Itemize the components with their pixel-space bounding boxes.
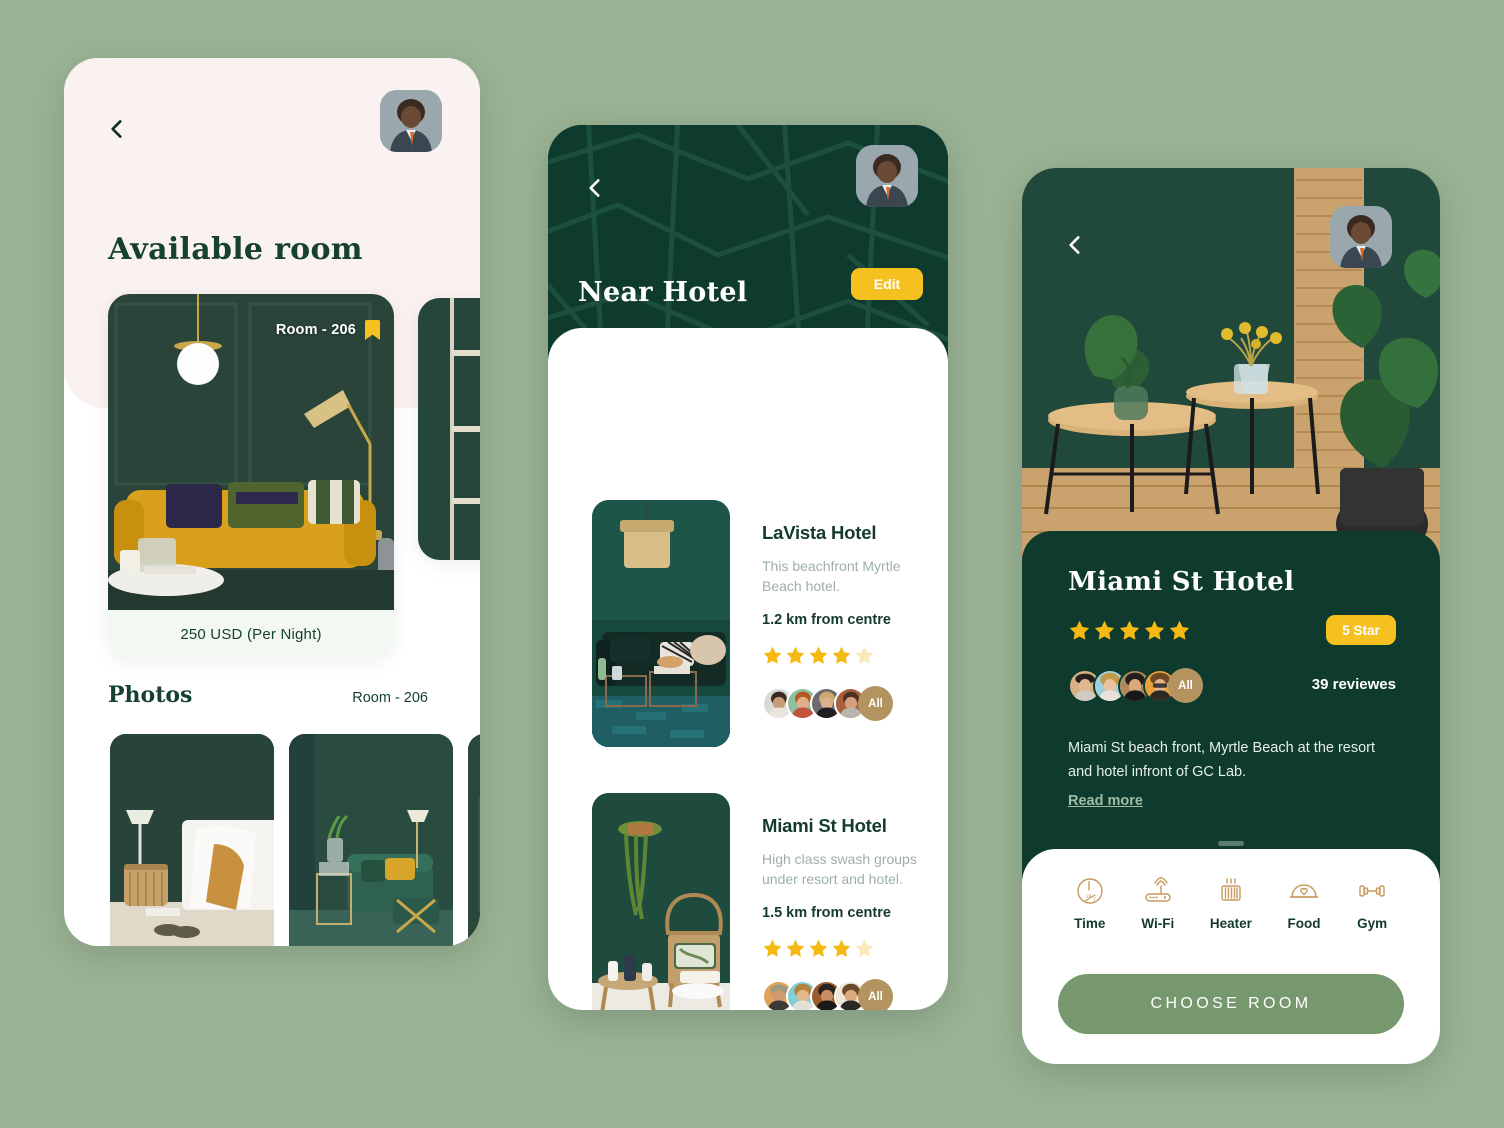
svg-text:24: 24	[1086, 894, 1092, 900]
amenity-food[interactable]: Food	[1288, 875, 1321, 931]
edit-button[interactable]: Edit	[851, 268, 923, 300]
room-photo-next	[418, 298, 480, 560]
rating-stars	[762, 645, 948, 666]
avatar[interactable]	[1330, 206, 1392, 268]
screen-available-room: Available room Room - 206 250 USD (Per N…	[64, 58, 480, 946]
hotel-distance: 1.5 km from centre	[762, 905, 891, 921]
svg-text:7: 7	[1093, 897, 1096, 903]
star-icon	[808, 645, 829, 666]
amenity-label: Wi-Fi	[1141, 916, 1175, 931]
page-title: Near Hotel	[578, 277, 748, 308]
bottom-action-sheet: 24 7 Time Wi-Fi Heater Food Gym CHOOSE R…	[1022, 849, 1440, 1064]
choose-room-button[interactable]: CHOOSE ROOM	[1058, 974, 1404, 1034]
hotel-name: Miami St Hotel	[762, 815, 887, 836]
photo-thumbnail[interactable]	[110, 734, 274, 946]
room-card-main[interactable]: Room - 206 250 USD (Per Night)	[108, 294, 394, 658]
amenity-time[interactable]: 24 7 Time	[1074, 875, 1106, 931]
amenity-label: Food	[1287, 916, 1321, 931]
read-more-link[interactable]: Read more	[1068, 793, 1143, 809]
star-icon	[1093, 619, 1116, 642]
star-icon	[762, 938, 783, 959]
dumbbell-icon	[1356, 875, 1388, 907]
amenities-row: 24 7 Time Wi-Fi Heater Food Gym	[1022, 875, 1440, 931]
star-icon	[1068, 619, 1091, 642]
drag-handle[interactable]	[1218, 841, 1244, 846]
avatar[interactable]	[380, 90, 442, 152]
hotel-list-item[interactable]: Miami St Hotel High class swash groups u…	[592, 793, 948, 1010]
room-photo	[108, 294, 394, 610]
hotel-name: Miami St Hotel	[1068, 567, 1295, 597]
room-card-next[interactable]	[418, 298, 480, 560]
star-icon	[1168, 619, 1191, 642]
design-canvas: Available room Room - 206 250 USD (Per N…	[0, 0, 1504, 1128]
star-icon	[785, 645, 806, 666]
food-cloche-icon	[1288, 875, 1320, 907]
amenity-label: Time	[1074, 916, 1106, 931]
hotel-list-sheet: LaVista Hotel This beachfront Myrtle Bea…	[548, 328, 948, 1010]
hotel-name: LaVista Hotel	[762, 522, 877, 543]
star-icon	[831, 938, 852, 959]
screen-near-hotel: Near Hotel Edit LaVista Hotel This beach…	[548, 125, 948, 1010]
photo-thumbnail-row[interactable]	[64, 734, 480, 946]
reviewer-avatar-stack[interactable]: All	[762, 979, 948, 1010]
hotel-thumbnail	[592, 793, 730, 1010]
hotel-description: This beachfront Myrtle Beach hotel.	[762, 558, 901, 594]
heater-icon	[1215, 875, 1247, 907]
hotel-info: LaVista Hotel This beachfront Myrtle Bea…	[762, 500, 948, 747]
hotel-thumbnail	[592, 500, 730, 747]
photo-thumbnail[interactable]	[289, 734, 453, 946]
room-card-carousel[interactable]: Room - 206 250 USD (Per Night)	[64, 294, 480, 839]
back-button[interactable]	[582, 175, 608, 201]
star-icon	[808, 938, 829, 959]
hotel-info: Miami St Hotel High class swash groups u…	[762, 793, 948, 1010]
star-icon	[785, 938, 806, 959]
back-button[interactable]	[104, 116, 130, 142]
star-icon	[1143, 619, 1166, 642]
avatar-all-badge[interactable]: All	[858, 979, 893, 1010]
star-icon-empty	[854, 938, 875, 959]
hotel-distance: 1.2 km from centre	[762, 612, 891, 628]
bookmark-icon[interactable]	[365, 320, 380, 340]
page-title: Available room	[108, 232, 363, 267]
star-icon	[1118, 619, 1141, 642]
wifi-router-icon	[1142, 875, 1174, 907]
reviewer-avatar-stack[interactable]: All	[1068, 668, 1203, 703]
back-button[interactable]	[1062, 232, 1088, 258]
room-number-label: Room - 206	[275, 322, 356, 338]
star-icon	[831, 645, 852, 666]
star-badge[interactable]: 5 Star	[1326, 615, 1396, 645]
avatar-all-badge[interactable]: All	[1168, 668, 1203, 703]
photos-room-label: Room - 206	[352, 690, 428, 706]
review-count: 39 reviewes	[1311, 676, 1396, 693]
rating-stars	[762, 938, 948, 959]
star-icon-empty	[854, 645, 875, 666]
amenity-label: Gym	[1357, 916, 1388, 931]
screen-hotel-detail: Miami St Hotel 5 Star All 39 reviewes Mi…	[1022, 168, 1440, 1064]
rating-stars	[1068, 619, 1191, 642]
photo-thumbnail[interactable]	[468, 734, 480, 946]
clock-24-7-icon: 24 7	[1074, 875, 1106, 907]
hotel-description: High class swash groups under resort and…	[762, 851, 917, 887]
star-icon	[762, 645, 783, 666]
avatar[interactable]	[856, 145, 918, 207]
amenity-heater[interactable]: Heater	[1210, 875, 1252, 931]
room-price: 250 USD (Per Night)	[180, 625, 322, 643]
avatar-all-badge[interactable]: All	[858, 686, 893, 721]
amenity-label: Heater	[1209, 916, 1252, 931]
amenity-gym[interactable]: Gym	[1356, 875, 1388, 931]
room-card-tag: Room - 206	[276, 320, 380, 340]
amenity-wifi[interactable]: Wi-Fi	[1141, 875, 1174, 931]
reviewer-avatar-stack[interactable]: All	[762, 686, 948, 721]
hotel-description: Miami St beach front, Myrtle Beach at th…	[1068, 740, 1376, 780]
hotel-list-item[interactable]: LaVista Hotel This beachfront Myrtle Bea…	[592, 500, 948, 747]
